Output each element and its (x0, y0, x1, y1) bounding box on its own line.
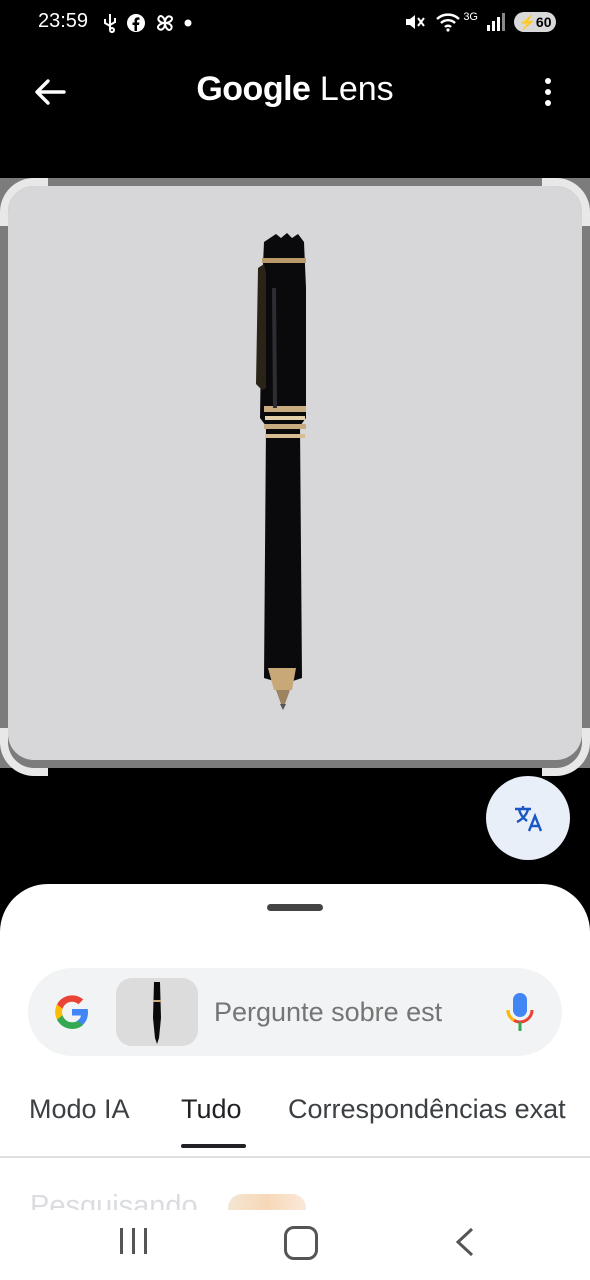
wifi-icon (436, 13, 461, 32)
tab-modo-ia[interactable]: Modo IA (29, 1094, 130, 1125)
app-title: Google Lens (196, 70, 394, 108)
pen-thumbnail (153, 982, 161, 1044)
recent-apps-icon[interactable] (120, 1228, 147, 1254)
pen-image (256, 233, 306, 710)
clock: 23:59 (38, 10, 89, 32)
image-thumbnail[interactable] (116, 978, 198, 1046)
active-tab-indicator (181, 1144, 246, 1148)
tab-tudo[interactable]: Tudo (181, 1094, 242, 1125)
crop-corner-bottom-right[interactable] (542, 728, 590, 776)
more-vert-icon (545, 78, 551, 84)
more-options-button[interactable] (536, 72, 560, 112)
home-icon[interactable] (284, 1226, 318, 1260)
back-icon[interactable] (452, 1226, 478, 1258)
facebook-icon (127, 14, 145, 32)
network-type: 3G (463, 11, 478, 23)
pinwheel-icon (156, 14, 174, 32)
mic-icon[interactable] (504, 990, 536, 1034)
signal-icon (487, 13, 505, 31)
dot-icon (184, 19, 192, 27)
crop-corner-bottom-left[interactable] (0, 728, 48, 776)
usb-icon (104, 14, 116, 33)
translate-button[interactable] (486, 776, 570, 860)
drag-handle[interactable] (267, 904, 323, 911)
battery-icon: ⚡ 60 (514, 12, 556, 32)
app-header: Google Lens (0, 60, 590, 122)
search-input[interactable] (214, 992, 484, 1032)
tab-correspondencias-exatas[interactable]: Correspondências exat (288, 1094, 566, 1125)
translate-icon (515, 806, 543, 832)
mute-icon (406, 15, 426, 29)
system-nav-bar (0, 1210, 590, 1280)
status-bar: 23:59 3G ⚡ 60 (0, 0, 590, 46)
google-logo-icon (55, 995, 88, 1029)
battery-level: 60 (535, 14, 552, 30)
result-tabs: Modo IA Tudo Correspondências exat (0, 1094, 590, 1158)
search-bar[interactable] (28, 968, 562, 1056)
